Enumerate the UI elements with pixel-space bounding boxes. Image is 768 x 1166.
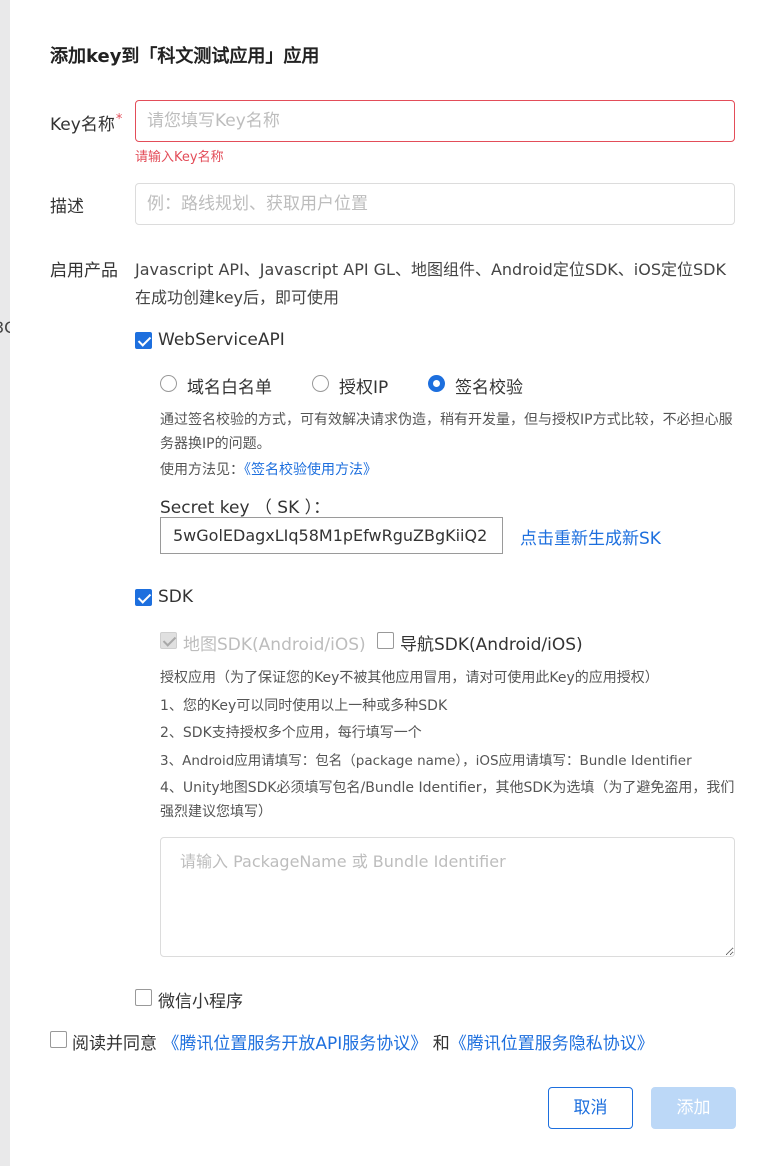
wechat-checkbox[interactable]: [135, 989, 152, 1006]
api-agreement-link[interactable]: 《腾讯位置服务开放API服务协议》: [162, 1034, 427, 1054]
map-sdk-label: 地图SDK(Android/iOS): [183, 635, 366, 655]
wechat-label[interactable]: 微信小程序: [158, 987, 243, 1012]
map-sdk-checkbox: [160, 632, 177, 649]
secret-key-label: Secret key （ SK ）：: [160, 498, 331, 518]
radio-domain-whitelist[interactable]: [160, 375, 177, 392]
radio-signature-check[interactable]: [428, 375, 445, 392]
description-input[interactable]: [135, 183, 735, 225]
sdk-checkbox[interactable]: [135, 589, 152, 606]
webservice-checkbox[interactable]: [135, 332, 152, 349]
description-label: 描述: [50, 197, 84, 217]
products-note: Javascript API、Javascript API GL、地图组件、An…: [135, 260, 726, 307]
dialog-title: 添加key到「科文测试应用」应用: [50, 46, 320, 67]
signature-usage-link[interactable]: 《签名校验使用方法》: [244, 462, 377, 478]
privacy-agreement-link[interactable]: 《腾讯位置服务隐私协议》: [450, 1034, 654, 1054]
secret-key-field[interactable]: 5wGolEDagxLIq58M1pEfwRguZBgKiiQ2: [160, 517, 503, 554]
radio-authorized-ip[interactable]: [312, 375, 329, 392]
sdk-note-3: 3、Android应用请填写：包名（package name），iOS应用请填写…: [160, 753, 692, 769]
key-name-input[interactable]: [135, 100, 735, 142]
key-name-error: 请输入Key名称: [135, 150, 224, 165]
signature-usage: 使用方法见：《签名校验使用方法》: [160, 462, 377, 478]
webservice-label[interactable]: WebServiceAPI: [158, 330, 285, 350]
radio-domain-whitelist-label[interactable]: 域名白名单: [187, 373, 272, 398]
key-name-label: Key名称*: [50, 112, 123, 135]
nav-sdk-label[interactable]: 导航SDK(Android/iOS): [400, 630, 583, 655]
nav-sdk-checkbox[interactable]: [377, 632, 394, 649]
required-mark: *: [115, 112, 123, 127]
agreement-checkbox[interactable]: [50, 1031, 67, 1048]
radio-signature-check-label[interactable]: 签名校验: [455, 373, 523, 398]
package-name-textarea[interactable]: [160, 837, 735, 957]
radio-authorized-ip-label[interactable]: 授权IP: [339, 373, 388, 398]
sdk-note-2: 2、SDK支持授权多个应用，每行填写一个: [160, 725, 422, 741]
sdk-label[interactable]: SDK: [158, 587, 193, 607]
add-button[interactable]: 添加: [651, 1087, 736, 1129]
add-key-dialog: 添加key到「科文测试应用」应用 Key名称* 请输入Key名称 描述 启用产品…: [10, 0, 768, 1166]
sdk-note-4: 4、Unity地图SDK必须填写包名/Bundle Identifier，其他S…: [160, 780, 735, 820]
sdk-note-1: 1、您的Key可以同时使用以上一种或多种SDK: [160, 698, 448, 714]
regenerate-sk-link[interactable]: 点击重新生成新SK: [520, 524, 661, 549]
signature-explain: 通过签名校验的方式，可有效解决请求伪造，稍有开发量，但与授权IP方式比较，不必担…: [160, 412, 733, 452]
agreement-text: 阅读并同意 《腾讯位置服务开放API服务协议》 和《腾讯位置服务隐私协议》: [72, 1034, 654, 1054]
sdk-note-0: 授权应用（为了保证您的Key不被其他应用冒用，请对可使用此Key的应用授权）: [160, 670, 659, 686]
products-label: 启用产品: [50, 261, 118, 281]
cancel-button[interactable]: 取消: [548, 1087, 633, 1129]
